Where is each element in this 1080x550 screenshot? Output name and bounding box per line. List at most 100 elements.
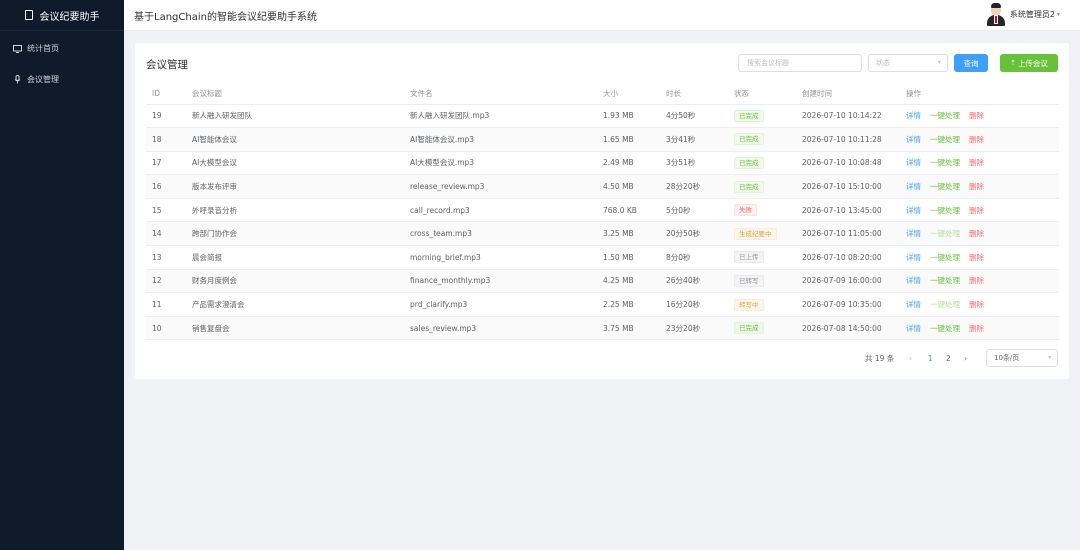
- delete-link[interactable]: 删除: [969, 276, 984, 285]
- table-row: 13 晨会简报 morning_brief.mp3 1.50 MB 8分0秒 已上传 202…: [146, 245, 1059, 270]
- cell-title-text: 晨会简报: [192, 252, 222, 262]
- avatar: [986, 3, 1006, 26]
- column-header[interactable]: 时长: [660, 83, 728, 105]
- process-link[interactable]: 一键处理: [930, 111, 960, 120]
- cell-file-text: prd_clarify.mp3: [410, 300, 468, 310]
- cell-id-text: 16: [152, 182, 162, 192]
- sidebar-item-dashboard[interactable]: 统计首页: [0, 33, 124, 64]
- column-header[interactable]: 状态: [728, 83, 796, 105]
- delete-link[interactable]: 删除: [969, 206, 984, 215]
- cell-status: 已转写: [728, 269, 796, 294]
- detail-link[interactable]: 详情: [906, 300, 921, 309]
- detail-link[interactable]: 详情: [906, 111, 921, 120]
- process-link[interactable]: 一键处理: [930, 206, 960, 215]
- cell-file-text: release_review.mp3: [410, 182, 485, 192]
- table-row: 16 版本发布评审 release_review.mp3 4.50 MB 28分20秒 已…: [146, 174, 1059, 199]
- chevron-right-icon[interactable]: ›: [964, 349, 967, 367]
- cell-title-text: 财务月度例会: [192, 276, 237, 286]
- cell-file-text: call_record.mp3: [410, 205, 470, 215]
- cell-created: 2026-07-09 16:00:00: [796, 269, 900, 294]
- cell-id-text: 14: [152, 229, 162, 239]
- process-link[interactable]: 一键处理: [930, 253, 960, 262]
- column-header[interactable]: 大小: [597, 83, 660, 105]
- cell-actions: 详情 一键处理 删除: [900, 269, 1059, 294]
- process-link[interactable]: 一键处理: [930, 300, 960, 309]
- top-header: 基于LangChain的智能会议纪要助手系统 系统管理员2 ▾: [124, 0, 1080, 31]
- chevron-down-icon: ▾: [1047, 354, 1051, 361]
- upload-icon: ⇡: [1010, 59, 1016, 67]
- cell-id: 15: [146, 198, 186, 223]
- status-select[interactable]: 状态 ▾: [868, 54, 948, 72]
- detail-link[interactable]: 详情: [906, 253, 921, 262]
- search-input[interactable]: [738, 54, 862, 72]
- detail-link[interactable]: 详情: [906, 182, 921, 191]
- status-badge: 生成纪要中: [734, 227, 777, 240]
- cell-file: call_record.mp3: [404, 198, 597, 223]
- delete-link[interactable]: 删除: [969, 324, 984, 333]
- cell-file: 新人融入研发团队.mp3: [404, 104, 597, 129]
- process-link[interactable]: 一键处理: [930, 276, 960, 285]
- process-link[interactable]: 一键处理: [930, 182, 960, 191]
- card-title: 会议管理: [146, 59, 188, 71]
- delete-link[interactable]: 删除: [969, 158, 984, 167]
- column-header[interactable]: 会议标题: [186, 83, 404, 105]
- process-link[interactable]: 一键处理: [930, 158, 960, 167]
- page-size-select[interactable]: 10条/页 ▾: [986, 349, 1058, 367]
- delete-link[interactable]: 删除: [969, 300, 984, 309]
- meeting-table: ID 会议标题 文件名 大小 时长 状态 创建时间 操作 19 新人融入研发团队 新…: [146, 83, 1059, 341]
- monitor-icon: [12, 44, 22, 53]
- detail-link[interactable]: 详情: [906, 158, 921, 167]
- delete-link[interactable]: 删除: [969, 229, 984, 238]
- cell-status: 转写中: [728, 292, 796, 317]
- cell-duration: 4分50秒: [660, 104, 728, 129]
- detail-link[interactable]: 详情: [906, 324, 921, 333]
- chevron-left-icon[interactable]: ‹: [909, 349, 912, 367]
- cell-created: 2026-07-10 10:11:28: [796, 127, 900, 152]
- table-row: 18 AI智能体会议 AI智能体会议.mp3 1.65 MB 3分41秒 已完成 2026-…: [146, 127, 1059, 152]
- pagination-total: 共 19 条: [865, 353, 895, 363]
- cell-created-text: 2026-07-10 10:08:48: [802, 158, 882, 168]
- delete-link[interactable]: 删除: [969, 182, 984, 191]
- cell-file-text: finance_monthly.mp3: [410, 276, 491, 286]
- process-link[interactable]: 一键处理: [930, 229, 960, 238]
- delete-link[interactable]: 删除: [969, 111, 984, 120]
- chevron-down-icon: ▾: [1056, 11, 1060, 18]
- delete-link[interactable]: 删除: [969, 253, 984, 262]
- upload-meeting-button[interactable]: ⇡ 上传会议: [1000, 54, 1058, 72]
- cell-file: finance_monthly.mp3: [404, 269, 597, 294]
- cell-created: 2026-07-10 13:45:00: [796, 198, 900, 223]
- status-badge: 已完成: [734, 180, 764, 193]
- cell-title-text: 新人融入研发团队: [192, 111, 252, 121]
- process-link[interactable]: 一键处理: [930, 135, 960, 144]
- cell-duration: 3分41秒: [660, 127, 728, 152]
- cell-id: 16: [146, 174, 186, 199]
- delete-link[interactable]: 删除: [969, 135, 984, 144]
- detail-link[interactable]: 详情: [906, 229, 921, 238]
- microphone-icon: [12, 75, 22, 84]
- cell-created-text: 2026-07-10 10:14:22: [802, 111, 882, 121]
- detail-link[interactable]: 详情: [906, 276, 921, 285]
- detail-link[interactable]: 详情: [906, 135, 921, 144]
- cell-created: 2026-07-10 08:20:00: [796, 245, 900, 270]
- cell-file-text: cross_team.mp3: [410, 229, 472, 239]
- cell-duration-text: 3分41秒: [666, 134, 696, 144]
- cell-status: 已完成: [728, 174, 796, 199]
- cell-size: 3.75 MB: [597, 316, 660, 341]
- page-size-value: 10条/页: [994, 354, 1020, 362]
- cell-duration-text: 8分0秒: [666, 252, 691, 262]
- page-title: 基于LangChain的智能会议纪要助手系统: [134, 11, 317, 23]
- sidebar-item-meetings[interactable]: 会议管理: [0, 64, 124, 95]
- cell-size-text: 768.0 KB: [603, 205, 637, 215]
- user-menu[interactable]: 系统管理员2 ▾: [986, 3, 1060, 26]
- detail-link[interactable]: 详情: [906, 206, 921, 215]
- query-button[interactable]: 查询: [954, 54, 988, 72]
- column-header[interactable]: 创建时间: [796, 83, 900, 105]
- column-header[interactable]: 文件名: [404, 83, 597, 105]
- page-2-button[interactable]: 2: [946, 349, 951, 367]
- process-link[interactable]: 一键处理: [930, 324, 960, 333]
- cell-duration-text: 28分20秒: [666, 182, 701, 192]
- document-icon: [24, 10, 33, 20]
- page-1-button[interactable]: 1: [928, 349, 933, 367]
- cell-duration: 5分0秒: [660, 198, 728, 223]
- column-header[interactable]: ID: [146, 83, 186, 105]
